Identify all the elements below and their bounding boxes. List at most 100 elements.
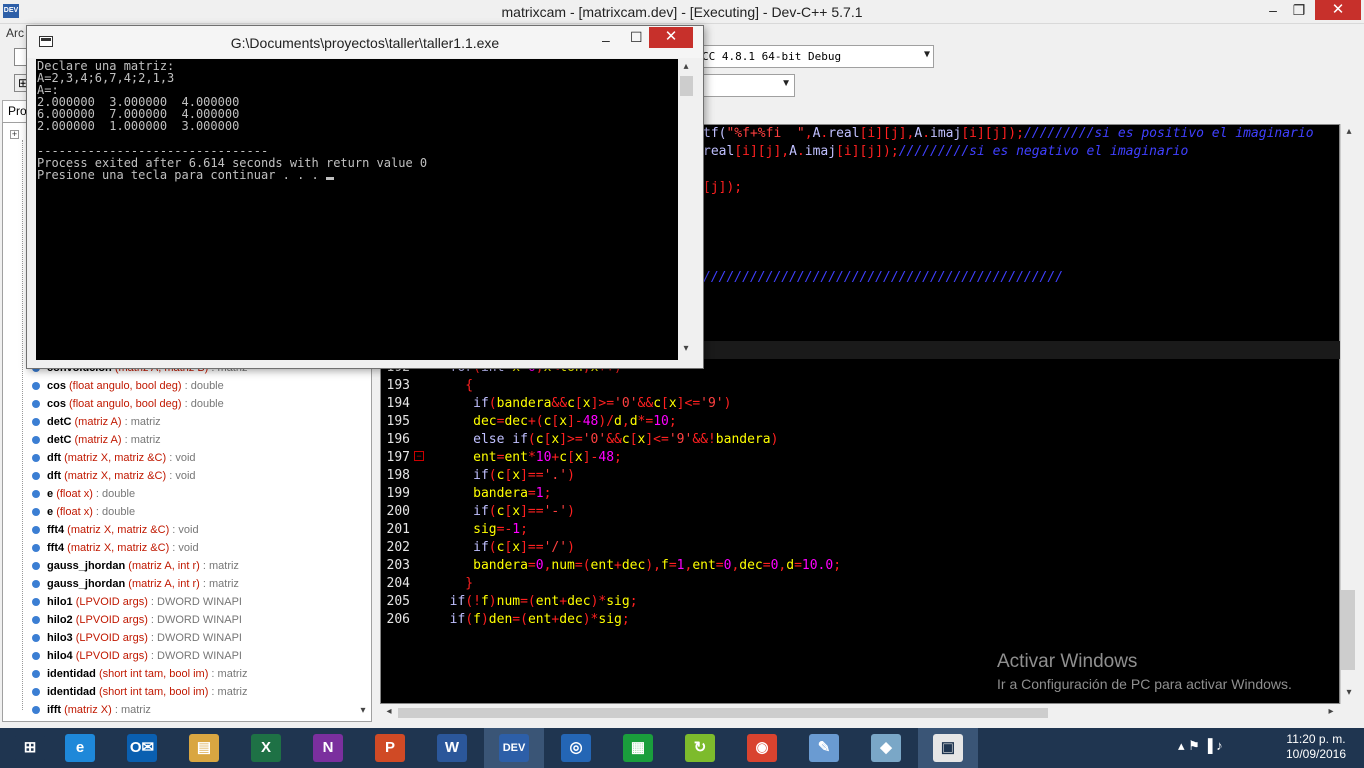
editor-horizontal-scroll-thumb[interactable] xyxy=(398,708,1048,718)
code-token: ent xyxy=(504,450,528,465)
system-tray-icons[interactable]: ▴ ⚑ ▐ ♪ xyxy=(1178,738,1223,754)
code-token: d xyxy=(629,414,638,429)
console-vertical-scrollbar[interactable]: ▴ ▾ xyxy=(678,59,695,360)
code-line[interactable]: 198 if(c[x]=='.') xyxy=(380,467,1340,485)
code-token: *= xyxy=(637,414,654,429)
taskbar-app-tool-button[interactable]: ◆ xyxy=(856,728,916,768)
taskbar-powerpoint-button[interactable]: P xyxy=(360,728,420,768)
function-return-type: : DWORD WINAPI xyxy=(147,632,242,644)
function-list-item[interactable]: hilo2 (LPVOID args) : DWORD WINAPI xyxy=(26,611,356,629)
taskbar-clock[interactable]: 11:20 p. m. 10/09/2016 xyxy=(1280,732,1352,762)
code-line[interactable]: 199 bandera=1; xyxy=(380,485,1340,503)
code-token: if xyxy=(434,594,466,609)
code-token: [i][j], xyxy=(859,126,915,141)
code-line[interactable]: 197 ent=ent*10+c[x]-48; xyxy=(380,449,1340,467)
function-list-item[interactable]: detC (matriz A) : matriz xyxy=(26,413,356,431)
function-list-item[interactable]: dft (matriz X, matriz &C) : void xyxy=(26,467,356,485)
close-button[interactable]: ✕ xyxy=(1315,0,1361,20)
function-name: fft4 xyxy=(47,524,68,536)
code-line[interactable]: 204 } xyxy=(380,575,1340,593)
taskbar-devcpp-button[interactable]: DEV xyxy=(484,728,544,768)
taskbar-internet-explorer-button[interactable]: e xyxy=(50,728,110,768)
code-line[interactable]: 205 if(!f)num=(ent+dec)*sig; xyxy=(380,593,1340,611)
chevron-up-icon[interactable]: ▴ xyxy=(1342,126,1356,137)
taskbar-store-button[interactable]: ▦ xyxy=(608,728,668,768)
chevron-up-icon[interactable]: ▴ xyxy=(679,61,693,72)
taskbar-file-explorer-button[interactable]: ▤ xyxy=(174,728,234,768)
code-line[interactable]: 202 if(c[x]=='/') xyxy=(380,539,1340,557)
restore-button[interactable]: ❐ xyxy=(1284,0,1314,20)
function-return-type: : matriz xyxy=(208,668,248,680)
function-list-item[interactable]: gauss_jhordan (matriz A, int r) : matriz xyxy=(26,575,356,593)
function-list-item[interactable]: fft4 (matriz X, matriz &C) : void xyxy=(26,539,356,557)
code-line[interactable]: 195 dec=dec+(c[x]-48)/d,d*=10; xyxy=(380,413,1340,431)
code-token: ; xyxy=(543,486,552,501)
editor-vertical-scroll-thumb[interactable] xyxy=(1341,590,1355,670)
code-line[interactable]: 206 if(f)den=(ent+dec)*sig; xyxy=(380,611,1340,629)
taskbar-excel-button[interactable]: X xyxy=(236,728,296,768)
chevron-down-icon[interactable]: ▾ xyxy=(1342,687,1356,698)
function-list-item[interactable]: hilo1 (LPVOID args) : DWORD WINAPI xyxy=(26,593,356,611)
function-list-item[interactable]: cos (float angulo, bool deg) : double xyxy=(26,377,356,395)
taskbar-onenote-button[interactable]: N xyxy=(298,728,358,768)
function-list-item[interactable]: hilo4 (LPVOID args) : DWORD WINAPI xyxy=(26,647,356,665)
menu-file-partial[interactable]: Arc xyxy=(6,26,24,40)
compiler-select[interactable]: CC 4.8.1 64-bit Debug ▼ xyxy=(697,45,934,68)
console-maximize-button[interactable]: ☐ xyxy=(630,29,643,46)
tree-expand-icon[interactable]: + xyxy=(10,130,19,139)
code-line[interactable]: 196 else if(c[x]>='0'&&c[x]<='9'&&!bande… xyxy=(380,431,1340,449)
taskbar-outlook-button[interactable]: O✉ xyxy=(112,728,172,768)
function-list-item[interactable]: dft (matriz X, matriz &C) : void xyxy=(26,449,356,467)
code-line[interactable]: 194 if(bandera&&c[x]>='0'&&c[x]<='9') xyxy=(380,395,1340,413)
function-list-item[interactable]: e (float x) : double xyxy=(26,485,356,503)
console-minimize-button[interactable]: – xyxy=(602,32,610,48)
line-number: 194 xyxy=(386,396,410,411)
code-token: '-' xyxy=(543,504,568,519)
code-token: ( xyxy=(488,396,497,411)
function-list-item[interactable]: gauss_jhordan (matriz A, int r) : matriz xyxy=(26,557,356,575)
chevron-right-icon[interactable]: ▸ xyxy=(1324,706,1338,717)
code-line[interactable]: 193 { xyxy=(380,377,1340,395)
ide-titlebar[interactable]: DEV matrixcam - [matrixcam.dev] - [Execu… xyxy=(0,0,1364,24)
function-list-item[interactable]: identidad (short int tam, bool im) : mat… xyxy=(26,683,356,701)
function-list-item[interactable]: ifft (matriz X) : matriz xyxy=(26,701,356,719)
tab-project-partial[interactable]: Pro xyxy=(2,100,28,122)
code-token: = xyxy=(527,558,536,573)
scope-select[interactable]: ▼ xyxy=(697,74,795,97)
function-list-item[interactable]: cos (float angulo, bool deg) : double xyxy=(26,395,356,413)
function-args: (short int tam, bool im) xyxy=(98,668,209,680)
function-list-item[interactable]: detC (matriz A) : matriz xyxy=(26,431,356,449)
taskbar-console-app-button[interactable]: ▣ xyxy=(918,728,978,768)
code-token: = xyxy=(794,558,802,573)
code-token: ) xyxy=(567,504,575,519)
function-list-item[interactable]: e (float x) : double xyxy=(26,503,356,521)
chevron-left-icon[interactable]: ◂ xyxy=(382,706,396,717)
tree-guide-line xyxy=(22,140,23,710)
code-token: ]>= xyxy=(559,432,583,447)
function-args: (matriz X) xyxy=(64,704,112,716)
chevron-down-icon[interactable]: ▾ xyxy=(679,343,693,354)
function-name: fft4 xyxy=(47,542,68,554)
taskbar-google-earth-button[interactable]: ◎ xyxy=(546,728,606,768)
function-list-item[interactable]: fft4 (matriz X, matriz &C) : void xyxy=(26,521,356,539)
console-vertical-scroll-thumb[interactable] xyxy=(680,76,693,96)
taskbar-app-green-button[interactable]: ↻ xyxy=(670,728,730,768)
code-token: ( xyxy=(488,504,497,519)
function-list-item[interactable]: hilo3 (LPVOID args) : DWORD WINAPI xyxy=(26,629,356,647)
code-token: A xyxy=(914,126,923,141)
console-close-button[interactable]: ✕ xyxy=(649,27,693,48)
fold-collapse-icon[interactable]: − xyxy=(414,451,424,461)
code-token: f xyxy=(661,558,669,573)
code-line[interactable]: 203 bandera=0,num=(ent+dec),f=1,ent=0,de… xyxy=(380,557,1340,575)
console-titlebar[interactable]: G:\Documents\proyectos\taller\taller1.1.… xyxy=(27,26,703,58)
taskbar-chrome-button[interactable]: ◉ xyxy=(732,728,792,768)
code-token: ) xyxy=(488,594,497,609)
chevron-down-icon[interactable]: ▾ xyxy=(355,705,371,719)
code-token: ent xyxy=(692,558,716,573)
code-line[interactable]: 201 sig=-1; xyxy=(380,521,1340,539)
taskbar-paint-button[interactable]: ✎ xyxy=(794,728,854,768)
code-line[interactable]: 200 if(c[x]=='-') xyxy=(380,503,1340,521)
function-list-item[interactable]: identidad (short int tam, bool im) : mat… xyxy=(26,665,356,683)
console-window[interactable]: G:\Documents\proyectos\taller\taller1.1.… xyxy=(26,25,704,369)
taskbar-word-button[interactable]: W xyxy=(422,728,482,768)
